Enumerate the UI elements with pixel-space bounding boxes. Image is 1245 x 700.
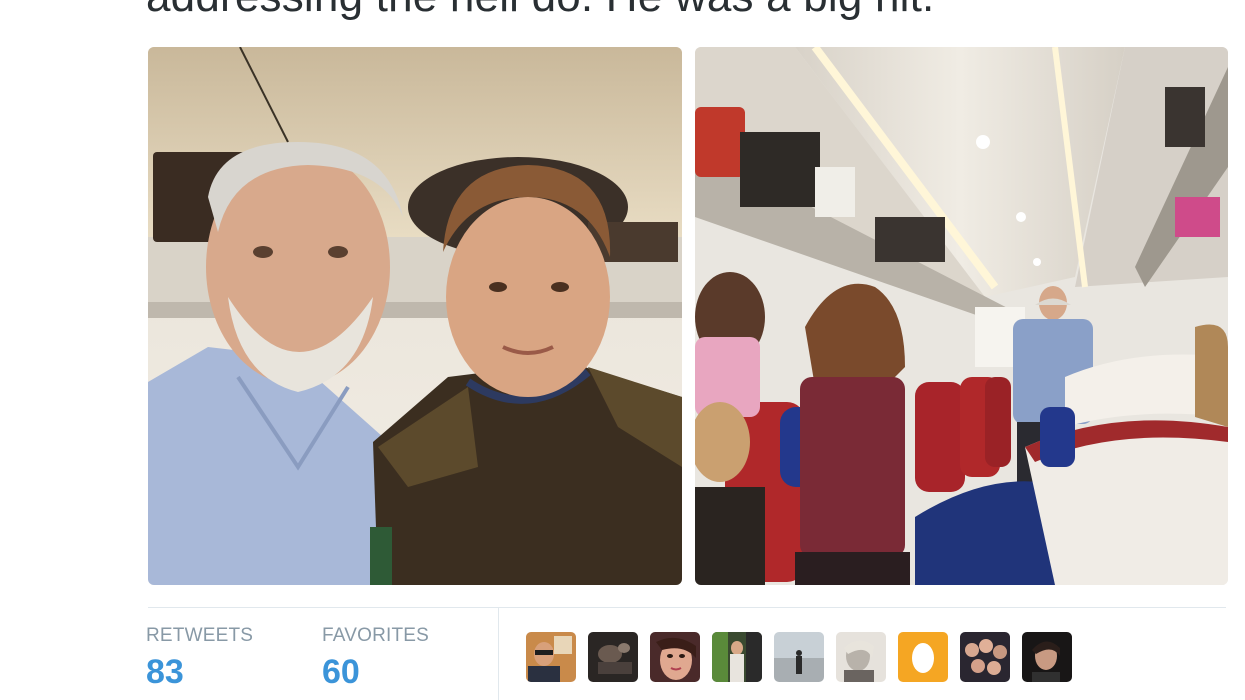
tweet-photo-2[interactable] (695, 47, 1228, 585)
photo-carriage-image (695, 47, 1228, 585)
photo-selfie-image (148, 47, 682, 585)
favoriters-avatar-list (526, 632, 1072, 682)
avatar-beach-figure[interactable] (774, 632, 824, 682)
tweet-photo-1[interactable] (148, 47, 682, 585)
avatar-group-photo[interactable] (960, 632, 1010, 682)
avatar-bw-portrait[interactable] (836, 632, 886, 682)
avatar-man-sunglasses[interactable] (526, 632, 576, 682)
stats-top-divider (148, 607, 1226, 608)
avatar-woman-closeup[interactable] (650, 632, 700, 682)
avatar-dark-portrait[interactable] (1022, 632, 1072, 682)
favorites-count: 60 (322, 653, 360, 691)
avatar-street-scene[interactable] (712, 632, 762, 682)
retweets-stat[interactable]: RETWEETS 83 (146, 625, 253, 692)
avatar-dark-photo[interactable] (588, 632, 638, 682)
avatar-default-egg[interactable] (898, 632, 948, 682)
stats-vertical-divider (498, 608, 499, 700)
tweet-detail: addressing the hеll do. He was a big hit… (0, 0, 1245, 700)
favorites-stat[interactable]: FAVORITES 60 (322, 625, 429, 692)
tweet-text: addressing the hеll do. He was a big hit… (146, 0, 934, 22)
favorites-label: FAVORITES (322, 625, 430, 646)
retweets-label: RETWEETS (146, 625, 254, 646)
retweets-count: 83 (146, 653, 184, 691)
